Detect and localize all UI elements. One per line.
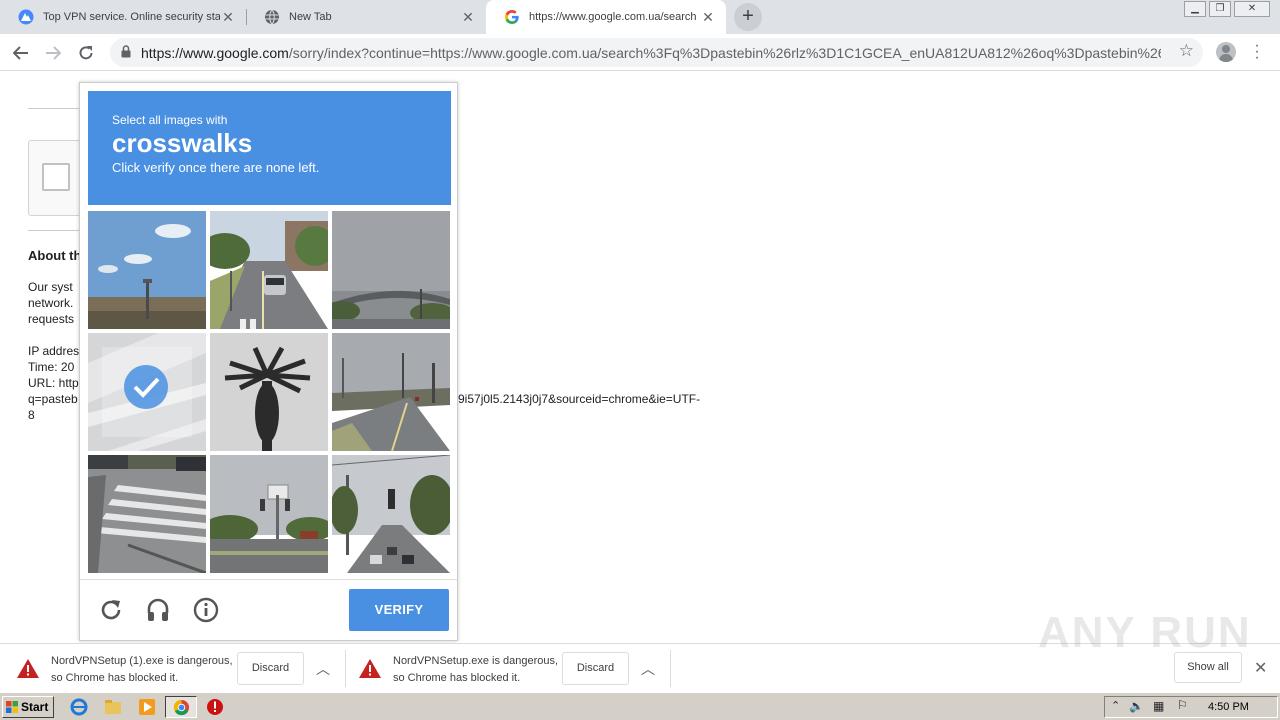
download-item-text: NordVPNSetup (1).exe is dangerous, so Ch… <box>51 653 233 687</box>
download-warning-line1: NordVPNSetup.exe is dangerous, <box>393 655 559 667</box>
system-tray: ⌃ 🔈 ▦ ⚐ <box>1104 696 1278 718</box>
volume-icon[interactable]: 🔈 <box>1129 699 1144 713</box>
show-all-button[interactable]: Show all <box>1174 652 1242 683</box>
close-window-icon[interactable]: ✕ <box>1234 1 1270 17</box>
footer-divider <box>80 579 457 580</box>
challenge-instruction: Select all images with <box>112 113 228 127</box>
paragraph-line: requests <box>28 312 75 326</box>
tab-title: https://www.google.com.ua/search <box>529 11 697 23</box>
url-line-end: 8 <box>28 408 35 422</box>
url-text[interactable]: https://www.google.com/sorry/index?conti… <box>141 45 1161 61</box>
restore-window-icon[interactable]: ❐ <box>1209 1 1231 17</box>
tab-strip: Top VPN service. Online security sta ✕ N… <box>0 0 1280 34</box>
close-tab-icon[interactable]: ✕ <box>460 9 476 26</box>
info-icon[interactable] <box>191 595 221 625</box>
nordvpn-icon <box>18 9 34 25</box>
reload-icon[interactable] <box>73 40 99 66</box>
back-arrow-icon[interactable] <box>8 40 34 66</box>
new-tab-button[interactable]: + <box>734 3 762 31</box>
about-heading: About th <box>28 248 82 263</box>
url-line-cont: q=pasteb <box>28 392 78 406</box>
url-tail-text: 9i57j0l5.2143j0j7&sourceid=chrome&ie=UTF… <box>458 392 701 406</box>
paragraph-line: Our syst <box>28 280 73 294</box>
image-tile[interactable] <box>210 211 328 329</box>
network-icon[interactable]: ▦ <box>1153 699 1164 713</box>
close-shelf-icon[interactable]: ✕ <box>1254 658 1267 678</box>
warning-icon <box>17 659 39 681</box>
profile-avatar-icon[interactable] <box>1216 42 1236 62</box>
url-path: /sorry/index?continue=https://www.google… <box>288 45 1161 61</box>
internet-explorer-icon[interactable] <box>70 698 88 716</box>
download-warning-line1: NordVPNSetup (1).exe is dangerous, <box>51 655 233 667</box>
divider <box>345 650 346 687</box>
url-line: URL: http <box>28 376 79 390</box>
warning-icon <box>359 659 381 681</box>
taskbar-chrome-button[interactable] <box>165 696 197 718</box>
chevron-up-icon[interactable]: ︿ <box>316 659 330 679</box>
download-item-text: NordVPNSetup.exe is dangerous, so Chrome… <box>393 653 558 687</box>
close-tab-icon[interactable]: ✕ <box>220 9 236 26</box>
taskbar-clock: 4:50 PM <box>1208 701 1249 713</box>
download-warning-line2: so Chrome has blocked it. <box>393 672 521 684</box>
file-explorer-icon[interactable] <box>104 698 122 716</box>
tab-title: Top VPN service. Online security sta <box>43 11 220 23</box>
tab-google-search[interactable]: https://www.google.com.ua/search ✕ <box>486 0 726 34</box>
url-host: https://www.google.com <box>141 45 289 61</box>
download-shelf: ANY RUN NordVPNSetup (1).exe is dangerou… <box>0 608 1280 692</box>
challenge-hint: Click verify once there are none left. <box>112 160 320 175</box>
ip-line: IP addres <box>28 344 80 358</box>
image-tile[interactable] <box>332 455 450 573</box>
discard-button[interactable]: Discard <box>562 652 629 685</box>
browser-toolbar: https://www.google.com/sorry/index?conti… <box>0 34 1280 71</box>
verify-button[interactable]: VERIFY <box>349 589 449 631</box>
audio-challenge-icon[interactable] <box>143 595 173 625</box>
address-bar[interactable]: https://www.google.com/sorry/index?conti… <box>110 38 1203 67</box>
time-line: Time: 20 <box>28 360 75 374</box>
tab-nordvpn[interactable]: Top VPN service. Online security sta ✕ <box>0 0 246 34</box>
close-tab-icon[interactable]: ✕ <box>700 9 716 26</box>
image-tile-selected[interactable] <box>88 333 206 451</box>
chevron-up-icon[interactable]: ︿ <box>641 659 655 679</box>
start-label: Start <box>21 700 49 714</box>
recaptcha-challenge: Select all images with crosswalks Click … <box>79 82 458 641</box>
download-warning-line2: so Chrome has blocked it. <box>51 672 179 684</box>
lock-icon[interactable] <box>121 45 131 61</box>
reload-challenge-icon[interactable] <box>96 595 126 625</box>
image-tile[interactable] <box>332 333 450 451</box>
bookmark-star-icon[interactable]: ☆ <box>1179 41 1194 61</box>
minimize-window-icon[interactable]: ▁ <box>1184 1 1206 17</box>
windows-taskbar: Start ⌃ 🔈 ▦ ⚐ 4:50 PM <box>0 692 1280 720</box>
forward-arrow-icon[interactable] <box>40 40 66 66</box>
image-tile[interactable] <box>210 333 328 451</box>
image-grid <box>88 211 450 573</box>
chrome-icon <box>173 699 190 716</box>
globe-icon <box>264 9 280 25</box>
media-player-icon[interactable] <box>138 698 156 716</box>
start-button[interactable]: Start <box>2 696 54 718</box>
google-icon <box>504 9 520 25</box>
alert-app-icon[interactable] <box>206 698 224 716</box>
tab-new-tab[interactable]: New Tab ✕ <box>246 0 486 34</box>
divider <box>670 650 671 687</box>
paragraph-line: network. <box>28 296 74 310</box>
anyrun-watermark: ANY RUN <box>1038 608 1252 657</box>
discard-button[interactable]: Discard <box>237 652 304 685</box>
image-tile[interactable] <box>88 455 206 573</box>
recaptcha-checkbox[interactable] <box>42 163 70 191</box>
action-center-flag-icon[interactable]: ⚐ <box>1177 698 1188 712</box>
image-tile[interactable] <box>210 455 328 573</box>
challenge-header: Select all images with crosswalks Click … <box>88 91 451 205</box>
more-menu-icon[interactable]: · · · <box>1252 38 1262 66</box>
windows-logo-icon <box>6 701 18 713</box>
image-tile[interactable] <box>332 211 450 329</box>
image-tile[interactable] <box>88 211 206 329</box>
challenge-keyword: crosswalks <box>112 128 253 158</box>
tab-title: New Tab <box>289 11 332 23</box>
tray-expand-icon[interactable]: ⌃ <box>1111 699 1120 712</box>
